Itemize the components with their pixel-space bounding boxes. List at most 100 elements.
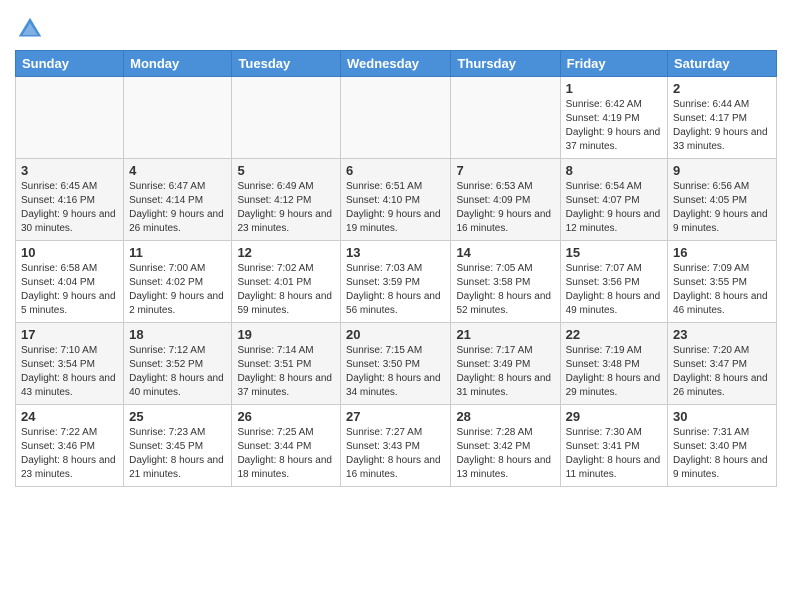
calendar-cell: 4 Sunrise: 6:47 AM Sunset: 4:14 PM Daylig… — [124, 159, 232, 241]
day-info: Sunrise: 6:58 AM Sunset: 4:04 PM Dayligh… — [21, 262, 118, 318]
logo — [15, 14, 49, 44]
calendar-cell: 20 Sunrise: 7:15 AM Sunset: 3:50 PM Dayli… — [341, 323, 451, 405]
calendar-header-friday: Friday — [560, 51, 667, 77]
calendar-cell: 30 Sunrise: 7:31 AM Sunset: 3:40 PM Dayli… — [668, 405, 777, 487]
calendar-cell: 18 Sunrise: 7:12 AM Sunset: 3:52 PM Dayli… — [124, 323, 232, 405]
calendar-cell: 5 Sunrise: 6:49 AM Sunset: 4:12 PM Daylig… — [232, 159, 341, 241]
calendar-cell: 3Sunrise: 6:45 AM Sunset: 4:16 PM Daylig… — [16, 159, 124, 241]
calendar-week-row: 3Sunrise: 6:45 AM Sunset: 4:16 PM Daylig… — [16, 159, 777, 241]
day-number: 21 — [456, 327, 554, 342]
calendar-cell: 26 Sunrise: 7:25 AM Sunset: 3:44 PM Dayli… — [232, 405, 341, 487]
day-info: Sunrise: 7:07 AM Sunset: 3:56 PM Dayligh… — [566, 262, 662, 318]
day-info: Sunrise: 7:19 AM Sunset: 3:48 PM Dayligh… — [566, 344, 662, 400]
calendar-cell: 2Sunrise: 6:44 AM Sunset: 4:17 PM Daylig… — [668, 77, 777, 159]
day-number: 6 — [346, 163, 445, 178]
day-number: 20 — [346, 327, 445, 342]
day-number: 10 — [21, 245, 118, 260]
day-info: Sunrise: 6:44 AM Sunset: 4:17 PM Dayligh… — [673, 98, 771, 154]
day-number: 11 — [129, 245, 226, 260]
calendar-cell: 10 Sunrise: 6:58 AM Sunset: 4:04 PM Dayli… — [16, 241, 124, 323]
day-number: 27 — [346, 409, 445, 424]
day-number: 22 — [566, 327, 662, 342]
header — [15, 10, 777, 44]
day-number: 29 — [566, 409, 662, 424]
day-info: Sunrise: 7:09 AM Sunset: 3:55 PM Dayligh… — [673, 262, 771, 318]
day-info: Sunrise: 7:00 AM Sunset: 4:02 PM Dayligh… — [129, 262, 226, 318]
day-info: Sunrise: 7:15 AM Sunset: 3:50 PM Dayligh… — [346, 344, 445, 400]
day-number: 12 — [237, 245, 335, 260]
day-number: 8 — [566, 163, 662, 178]
calendar-cell — [124, 77, 232, 159]
calendar-cell — [16, 77, 124, 159]
day-number: 26 — [237, 409, 335, 424]
calendar-cell: 25 Sunrise: 7:23 AM Sunset: 3:45 PM Dayli… — [124, 405, 232, 487]
day-number: 3 — [21, 163, 118, 178]
calendar-cell: 28 Sunrise: 7:28 AM Sunset: 3:42 PM Dayli… — [451, 405, 560, 487]
day-info: Sunrise: 6:42 AM Sunset: 4:19 PM Dayligh… — [566, 98, 662, 154]
day-info: Sunrise: 7:20 AM Sunset: 3:47 PM Dayligh… — [673, 344, 771, 400]
day-info: Sunrise: 7:12 AM Sunset: 3:52 PM Dayligh… — [129, 344, 226, 400]
calendar-cell: 19 Sunrise: 7:14 AM Sunset: 3:51 PM Dayli… — [232, 323, 341, 405]
calendar-cell: 13 Sunrise: 7:03 AM Sunset: 3:59 PM Dayli… — [341, 241, 451, 323]
day-number: 19 — [237, 327, 335, 342]
calendar-cell: 24Sunrise: 7:22 AM Sunset: 3:46 PM Dayli… — [16, 405, 124, 487]
day-number: 4 — [129, 163, 226, 178]
calendar-cell: 27 Sunrise: 7:27 AM Sunset: 3:43 PM Dayli… — [341, 405, 451, 487]
day-number: 30 — [673, 409, 771, 424]
calendar-cell: 11 Sunrise: 7:00 AM Sunset: 4:02 PM Dayli… — [124, 241, 232, 323]
calendar-cell — [341, 77, 451, 159]
day-info: Sunrise: 7:02 AM Sunset: 4:01 PM Dayligh… — [237, 262, 335, 318]
calendar-header-monday: Monday — [124, 51, 232, 77]
day-info: Sunrise: 7:10 AM Sunset: 3:54 PM Dayligh… — [21, 344, 118, 400]
calendar-cell: 8 Sunrise: 6:54 AM Sunset: 4:07 PM Daylig… — [560, 159, 667, 241]
day-info: Sunrise: 6:56 AM Sunset: 4:05 PM Dayligh… — [673, 180, 771, 236]
calendar-header-wednesday: Wednesday — [341, 51, 451, 77]
calendar-cell — [232, 77, 341, 159]
day-info: Sunrise: 6:51 AM Sunset: 4:10 PM Dayligh… — [346, 180, 445, 236]
day-info: Sunrise: 6:53 AM Sunset: 4:09 PM Dayligh… — [456, 180, 554, 236]
day-info: Sunrise: 7:31 AM Sunset: 3:40 PM Dayligh… — [673, 426, 771, 482]
day-info: Sunrise: 7:23 AM Sunset: 3:45 PM Dayligh… — [129, 426, 226, 482]
calendar-week-row: 17 Sunrise: 7:10 AM Sunset: 3:54 PM Dayli… — [16, 323, 777, 405]
calendar-cell: 9 Sunrise: 6:56 AM Sunset: 4:05 PM Daylig… — [668, 159, 777, 241]
calendar-cell: 17 Sunrise: 7:10 AM Sunset: 3:54 PM Dayli… — [16, 323, 124, 405]
day-number: 25 — [129, 409, 226, 424]
day-number: 7 — [456, 163, 554, 178]
day-info: Sunrise: 6:49 AM Sunset: 4:12 PM Dayligh… — [237, 180, 335, 236]
logo-icon — [15, 14, 45, 44]
day-number: 17 — [21, 327, 118, 342]
calendar-header-tuesday: Tuesday — [232, 51, 341, 77]
day-info: Sunrise: 7:27 AM Sunset: 3:43 PM Dayligh… — [346, 426, 445, 482]
calendar-cell: 22 Sunrise: 7:19 AM Sunset: 3:48 PM Dayli… — [560, 323, 667, 405]
calendar-header-row: SundayMondayTuesdayWednesdayThursdayFrid… — [16, 51, 777, 77]
day-number: 15 — [566, 245, 662, 260]
calendar-table: SundayMondayTuesdayWednesdayThursdayFrid… — [15, 50, 777, 487]
day-number: 13 — [346, 245, 445, 260]
day-info: Sunrise: 7:03 AM Sunset: 3:59 PM Dayligh… — [346, 262, 445, 318]
day-number: 9 — [673, 163, 771, 178]
day-info: Sunrise: 7:14 AM Sunset: 3:51 PM Dayligh… — [237, 344, 335, 400]
day-info: Sunrise: 6:54 AM Sunset: 4:07 PM Dayligh… — [566, 180, 662, 236]
day-number: 18 — [129, 327, 226, 342]
day-number: 1 — [566, 81, 662, 96]
day-number: 16 — [673, 245, 771, 260]
calendar-cell — [451, 77, 560, 159]
day-info: Sunrise: 7:28 AM Sunset: 3:42 PM Dayligh… — [456, 426, 554, 482]
calendar-header-saturday: Saturday — [668, 51, 777, 77]
calendar-week-row: 10 Sunrise: 6:58 AM Sunset: 4:04 PM Dayli… — [16, 241, 777, 323]
calendar-week-row: 1 Sunrise: 6:42 AM Sunset: 4:19 PM Daylig… — [16, 77, 777, 159]
day-info: Sunrise: 7:17 AM Sunset: 3:49 PM Dayligh… — [456, 344, 554, 400]
calendar-cell: 12 Sunrise: 7:02 AM Sunset: 4:01 PM Dayli… — [232, 241, 341, 323]
day-number: 5 — [237, 163, 335, 178]
day-number: 28 — [456, 409, 554, 424]
day-number: 24 — [21, 409, 118, 424]
calendar-week-row: 24Sunrise: 7:22 AM Sunset: 3:46 PM Dayli… — [16, 405, 777, 487]
day-info: Sunrise: 7:25 AM Sunset: 3:44 PM Dayligh… — [237, 426, 335, 482]
calendar-cell: 23Sunrise: 7:20 AM Sunset: 3:47 PM Dayli… — [668, 323, 777, 405]
calendar-cell: 16 Sunrise: 7:09 AM Sunset: 3:55 PM Dayli… — [668, 241, 777, 323]
calendar-cell: 6 Sunrise: 6:51 AM Sunset: 4:10 PM Daylig… — [341, 159, 451, 241]
day-info: Sunrise: 6:47 AM Sunset: 4:14 PM Dayligh… — [129, 180, 226, 236]
calendar-cell: 21 Sunrise: 7:17 AM Sunset: 3:49 PM Dayli… — [451, 323, 560, 405]
calendar-cell: 14Sunrise: 7:05 AM Sunset: 3:58 PM Dayli… — [451, 241, 560, 323]
calendar-header-thursday: Thursday — [451, 51, 560, 77]
